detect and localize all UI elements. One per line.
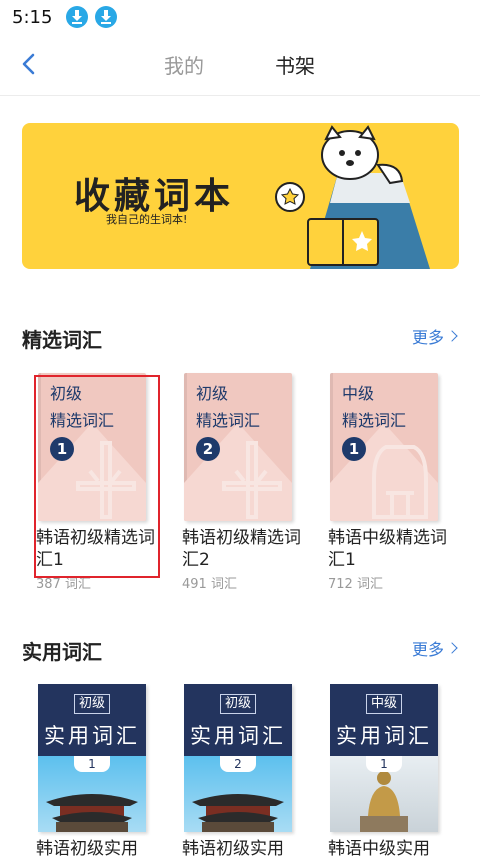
mascot-illustration <box>275 125 430 269</box>
section-title-practical: 实用词汇 <box>22 640 102 664</box>
cover-level: 中级 <box>366 694 402 714</box>
cover-name: 实用词汇 <box>190 724 286 748</box>
more-label: 更多 <box>412 640 445 659</box>
cover-name: 精选词汇 <box>196 411 261 430</box>
volume-number: 1 <box>342 437 366 461</box>
tab-mine[interactable]: 我的 <box>164 50 204 79</box>
book-title: 韩语初级实用 <box>36 839 138 859</box>
top-nav: 我的 书架 <box>0 34 480 96</box>
chevron-right-icon <box>446 330 458 342</box>
cover-name: 实用词汇 <box>336 724 432 748</box>
chevron-right-icon <box>446 642 458 654</box>
book-title: 韩语中级实用 <box>328 839 430 859</box>
word-count: 387 词汇 <box>36 577 91 592</box>
tab-bookshelf[interactable]: 书架 <box>275 50 315 79</box>
download-icon <box>66 6 89 28</box>
volume-number: 1 <box>50 437 74 461</box>
cover-level: 初级 <box>220 694 256 714</box>
cover-name: 实用词汇 <box>44 724 140 748</box>
volume-number: 1 <box>366 756 402 772</box>
cover-level: 初级 <box>74 694 110 714</box>
download-icon <box>95 6 118 28</box>
book-title: 韩语中级精选词汇1 <box>328 528 447 570</box>
book-cover: 初级 精选词汇 1 <box>38 373 146 521</box>
book-card[interactable]: 中级 精选词汇 1 韩语中级精选词汇1 712 词汇 <box>328 373 448 592</box>
section-title-featured: 精选词汇 <box>22 328 102 352</box>
more-practical-link[interactable]: 更多 <box>412 636 458 660</box>
volume-number: 2 <box>196 437 220 461</box>
cover-level: 初级 <box>50 384 83 403</box>
book-cover: 初级 实用词汇 1 <box>38 684 146 832</box>
volume-number: 1 <box>74 756 110 772</box>
book-card[interactable]: 初级 实用词汇 2 韩语初级实用 <box>182 684 302 860</box>
cover-level: 初级 <box>196 384 229 403</box>
word-count: 491 词汇 <box>182 577 237 592</box>
book-card[interactable]: 初级 精选词汇 2 韩语初级精选词汇2 491 词汇 <box>182 373 302 592</box>
book-cover: 中级 实用词汇 1 <box>330 684 438 832</box>
word-count: 712 词汇 <box>328 577 383 592</box>
banner-subtitle: 我自己的生词本! <box>106 213 188 226</box>
status-time: 5:15 <box>12 6 53 28</box>
more-label: 更多 <box>412 328 445 347</box>
more-featured-link[interactable]: 更多 <box>412 324 458 348</box>
cover-name: 精选词汇 <box>50 411 115 430</box>
book-card[interactable]: 初级 实用词汇 1 韩语初级实用 <box>36 684 156 860</box>
back-button[interactable] <box>14 49 44 79</box>
cover-level: 中级 <box>342 384 375 403</box>
book-cover: 中级 精选词汇 1 <box>330 373 438 521</box>
book-card[interactable]: 中级 实用词汇 1 韩语中级实用 <box>328 684 448 860</box>
cover-name: 精选词汇 <box>342 411 407 430</box>
book-title: 韩语初级精选词汇2 <box>182 528 301 570</box>
book-card[interactable]: 初级 精选词汇 1 韩语初级精选词汇1 387 词汇 <box>36 373 156 592</box>
volume-number: 2 <box>220 756 256 772</box>
book-title: 韩语初级实用 <box>182 839 284 859</box>
book-title: 韩语初级精选词汇1 <box>36 528 155 570</box>
book-cover: 初级 精选词汇 2 <box>184 373 292 521</box>
status-bar: 5:15 <box>0 0 480 34</box>
favorites-wordbook-banner[interactable]: 收藏词本 我自己的生词本! <box>22 123 459 269</box>
chevron-left-icon <box>22 53 35 75</box>
book-cover: 初级 实用词汇 2 <box>184 684 292 832</box>
